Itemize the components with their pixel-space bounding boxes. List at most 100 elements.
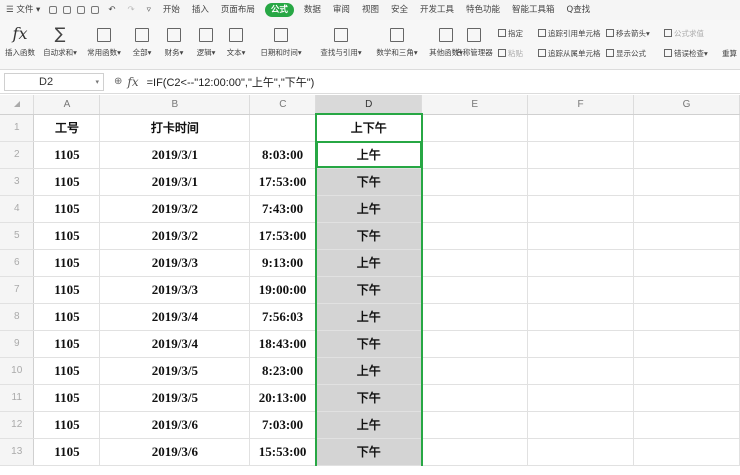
cell-employee-id[interactable]: 1105 [33,330,101,358]
cell-employee-id[interactable]: 1105 [33,438,101,466]
all-functions-button[interactable]: 全部▾ [128,24,156,58]
name-manager-button[interactable]: 名称管理器 [452,24,496,58]
select-all-corner[interactable] [0,95,35,115]
cell-date[interactable]: 2019/3/3 [99,276,251,304]
row-header[interactable]: 5 [0,222,35,250]
save-icon[interactable] [49,6,58,14]
cell[interactable] [633,276,740,304]
row-header[interactable]: 12 [0,411,35,439]
cell-date[interactable]: 2019/3/4 [99,303,251,331]
column-header-e[interactable]: E [421,95,529,115]
cell-time[interactable]: 7:56:03 [249,303,317,331]
tab-smart-toolbox[interactable]: 智能工具箱 [506,0,561,20]
trace-precedents-button[interactable]: 追踪引用单元格 [538,28,601,39]
cell[interactable] [633,438,740,466]
column-header-c[interactable]: C [249,95,317,115]
cell-time[interactable]: 18:43:00 [249,330,317,358]
cell[interactable] [633,303,740,331]
cell[interactable] [421,384,529,412]
cell[interactable] [633,168,740,196]
file-menu[interactable]: ☰ 文件 ▾ [0,0,46,20]
tab-home[interactable]: 开始 [157,0,186,20]
cell[interactable] [421,114,529,142]
cell[interactable] [421,168,529,196]
cell[interactable] [527,141,635,169]
recalculate-button[interactable]: 重算 [722,48,737,59]
cell[interactable] [421,276,529,304]
column-header-d[interactable]: D [315,95,423,115]
cell-employee-id[interactable]: 1105 [33,276,101,304]
error-check-button[interactable]: 错误检查▾ [664,48,708,59]
search-button[interactable]: Q查找 [561,0,597,20]
cell-am-pm[interactable]: 上午 [314,357,423,385]
tab-security[interactable]: 安全 [385,0,414,20]
cell-date[interactable]: 2019/3/1 [99,168,251,196]
lookup-reference-button[interactable]: 查找与引用▾ [314,24,368,58]
cell-am-pm[interactable]: 上午 [314,195,423,223]
cell-date[interactable]: 2019/3/2 [99,195,251,223]
cell-am-pm[interactable]: 上午 [314,303,423,331]
row-header[interactable]: 1 [0,114,35,142]
text-functions-button[interactable]: 文本▾ [222,24,250,58]
cell-employee-id[interactable]: 1105 [33,303,101,331]
row-header[interactable]: 13 [0,438,35,466]
cell[interactable] [421,330,529,358]
header-cell-am-pm[interactable]: 上下午 [314,114,423,142]
autosum-button[interactable]: ∑ 自动求和▾ [40,24,80,58]
cell-employee-id[interactable]: 1105 [33,411,101,439]
cell[interactable] [421,438,529,466]
cell[interactable] [527,438,635,466]
cell-time[interactable]: 17:53:00 [249,222,317,250]
cell-date[interactable]: 2019/3/2 [99,222,251,250]
cell[interactable] [527,357,635,385]
cell[interactable] [633,330,740,358]
export-icon[interactable] [63,6,72,14]
cell[interactable] [421,411,529,439]
cell-am-pm[interactable]: 下午 [314,276,423,304]
cell[interactable] [633,249,740,277]
cell-employee-id[interactable]: 1105 [33,384,101,412]
cell-time[interactable]: 7:03:00 [249,411,317,439]
cell-time[interactable]: 17:53:00 [249,168,317,196]
chevron-down-icon[interactable]: ▾ [95,78,99,86]
cell-date[interactable]: 2019/3/3 [99,249,251,277]
fx-icon[interactable]: fx [127,75,138,89]
cell-employee-id[interactable]: 1105 [33,141,101,169]
cell[interactable] [421,249,529,277]
cell-time[interactable]: 15:53:00 [249,438,317,466]
cell-date[interactable]: 2019/3/1 [99,141,251,169]
cell[interactable] [527,195,635,223]
cell[interactable] [633,411,740,439]
tab-data[interactable]: 数据 [298,0,327,20]
row-header[interactable]: 2 [0,141,35,169]
cell[interactable] [633,141,740,169]
cell-time[interactable]: 8:23:00 [249,357,317,385]
tab-formulas[interactable]: 公式 [264,3,294,17]
cell-time[interactable]: 7:43:00 [249,195,317,223]
cell[interactable] [527,330,635,358]
cell-employee-id[interactable]: 1105 [33,249,101,277]
quick-access-more-icon[interactable]: ▿ [141,0,157,20]
cell-date[interactable]: 2019/3/6 [99,411,251,439]
cell-date[interactable]: 2019/3/5 [99,357,251,385]
cell-am-pm[interactable]: 下午 [314,438,423,466]
zoom-icon[interactable]: ⊕ [114,76,122,87]
row-header[interactable]: 8 [0,303,35,331]
cell-am-pm[interactable]: 下午 [314,330,423,358]
cell-time[interactable]: 20:13:00 [249,384,317,412]
print-icon[interactable] [77,6,86,14]
column-header-b[interactable]: B [99,95,251,115]
paste-button[interactable]: 粘贴 [498,48,523,59]
header-cell-clock-time[interactable]: 打卡时间 [99,114,251,142]
cell-date[interactable]: 2019/3/4 [99,330,251,358]
row-header[interactable]: 6 [0,249,35,277]
row-header[interactable]: 7 [0,276,35,304]
column-header-g[interactable]: G [633,95,740,115]
cell-employee-id[interactable]: 1105 [33,195,101,223]
financial-button[interactable]: 财务▾ [160,24,188,58]
cell-date[interactable]: 2019/3/5 [99,384,251,412]
cell-date[interactable]: 2019/3/6 [99,438,251,466]
cell-am-pm[interactable]: 下午 [314,384,423,412]
cell[interactable] [633,114,740,142]
cell[interactable] [527,303,635,331]
